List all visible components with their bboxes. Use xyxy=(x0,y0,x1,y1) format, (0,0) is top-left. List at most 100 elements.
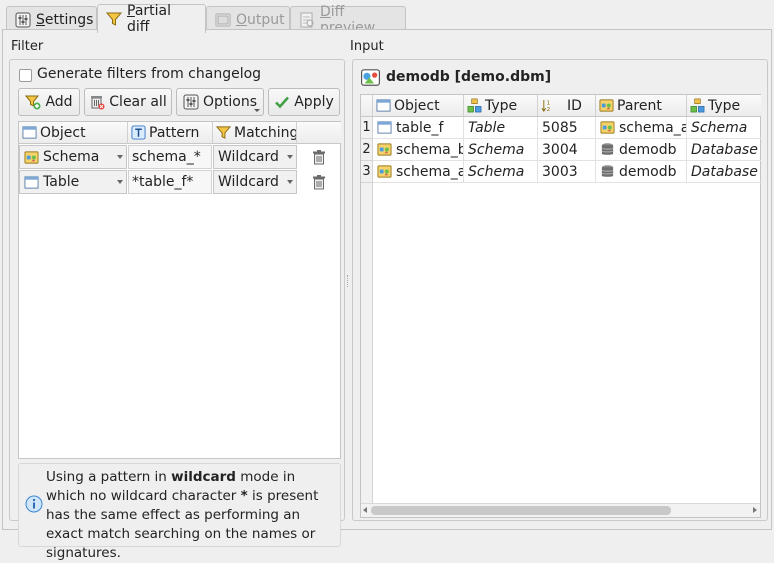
clear-all-icon xyxy=(89,94,105,110)
hint-text: Using a pattern in wildcard mode in whic… xyxy=(46,469,319,561)
matching-combo[interactable]: Wildcard xyxy=(213,145,297,169)
row-header-gutter xyxy=(361,183,373,504)
column-header-object[interactable]: Object xyxy=(19,122,128,144)
options-button[interactable]: Options xyxy=(176,88,264,116)
object-type-icon xyxy=(690,98,705,113)
column-header-parent[interactable]: Parent xyxy=(596,95,687,117)
chevron-down-icon xyxy=(287,180,293,184)
add-filter-icon xyxy=(25,94,41,110)
horizontal-scrollbar[interactable] xyxy=(361,503,760,517)
table-icon xyxy=(377,120,392,135)
schema-icon xyxy=(377,142,392,157)
delete-filter-button[interactable] xyxy=(298,170,340,194)
database-icon xyxy=(600,164,615,179)
filter-table: Object Pattern Matching Schema schema_* … xyxy=(18,121,341,459)
clear-all-button-label: Clear all xyxy=(109,94,167,110)
diff-preview-icon xyxy=(299,12,315,28)
table-row-type: Schema xyxy=(464,161,538,183)
row-header-corner xyxy=(361,95,373,117)
hint-box: Using a pattern in wildcard mode in whic… xyxy=(18,463,341,561)
splitter-handle[interactable] xyxy=(347,275,350,287)
object-type-combo[interactable]: Table xyxy=(19,170,127,194)
column-header-pattern[interactable]: Pattern xyxy=(128,122,213,144)
tab-settings-label: Settings xyxy=(36,11,94,28)
pattern-field[interactable]: schema_* xyxy=(128,145,212,169)
apply-button-label: Apply xyxy=(294,94,334,110)
chevron-down-icon xyxy=(287,155,293,159)
add-button[interactable]: Add xyxy=(18,88,80,116)
table-row-parent-type: Schema xyxy=(687,117,761,139)
funnel-icon xyxy=(106,11,122,27)
schema-icon xyxy=(24,150,39,165)
table-row-object[interactable]: schema_a xyxy=(373,161,464,183)
column-header-object[interactable]: Object xyxy=(373,95,464,117)
info-icon xyxy=(25,495,43,513)
pattern-field[interactable]: *table_f* xyxy=(128,170,212,194)
column-header-type[interactable]: Type xyxy=(464,95,538,117)
generate-filters-checkbox[interactable] xyxy=(19,69,32,82)
table-row-parent: demodb xyxy=(596,161,687,183)
chevron-down-icon xyxy=(117,180,123,184)
database-label: demodb [demo.dbm] xyxy=(386,69,552,85)
funnel-icon xyxy=(216,125,231,140)
dropdown-indicator-icon xyxy=(254,109,260,112)
svg-text:2: 2 xyxy=(547,107,551,113)
text-pattern-icon xyxy=(131,125,146,140)
trash-icon xyxy=(311,174,327,190)
table-row-parent-type: Database xyxy=(687,139,761,161)
input-group: demodb [demo.dbm] Object Type 12 ID Pare… xyxy=(352,59,768,521)
svg-text:1: 1 xyxy=(547,101,551,107)
database-icon xyxy=(600,142,615,157)
check-icon xyxy=(274,94,290,110)
scroll-right-icon[interactable] xyxy=(753,507,757,513)
partial-diff-pane: Filter Generate filters from changelog A… xyxy=(2,29,772,561)
table-row-parent: schema_a xyxy=(596,117,687,139)
delete-filter-button[interactable] xyxy=(298,145,340,169)
clear-all-button[interactable]: Clear all xyxy=(84,88,172,116)
sort-numeric-icon: 12 xyxy=(541,98,556,113)
schema-icon xyxy=(600,120,615,135)
column-header-parent-type[interactable]: Type xyxy=(687,95,761,117)
table-row-id: 3004 xyxy=(538,139,596,161)
table-row-type: Schema xyxy=(464,139,538,161)
apply-button[interactable]: Apply xyxy=(268,88,340,116)
table-row-parent: demodb xyxy=(596,139,687,161)
options-button-label: Options xyxy=(202,94,258,110)
filter-section-label: Filter xyxy=(11,39,44,54)
table-row-parent-type: Database xyxy=(687,161,761,183)
generate-filters-label: Generate filters from changelog xyxy=(37,66,262,82)
tab-output-label: Output xyxy=(236,11,285,28)
table-row-id: 3003 xyxy=(538,161,596,183)
input-objects-table: Object Type 12 ID Parent Type 1 table_f … xyxy=(360,94,761,518)
row-number: 1 xyxy=(361,117,373,139)
filter-group: Generate filters from changelog Add Clea… xyxy=(9,59,345,561)
tab-partial-diff[interactable]: Partial diff xyxy=(97,3,206,35)
database-model-icon xyxy=(361,68,380,87)
object-type-combo[interactable]: Schema xyxy=(19,145,127,169)
row-number: 2 xyxy=(361,139,373,161)
table-icon xyxy=(24,175,39,190)
column-header-id[interactable]: 12 ID xyxy=(538,95,596,117)
schema-icon xyxy=(599,98,614,113)
settings-icon xyxy=(15,12,31,28)
table-row-type: Table xyxy=(464,117,538,139)
table-row-id: 5085 xyxy=(538,117,596,139)
object-type-icon xyxy=(467,98,482,113)
trash-icon xyxy=(311,149,327,165)
matching-combo[interactable]: Wildcard xyxy=(213,170,297,194)
input-section-label: Input xyxy=(350,39,384,54)
chevron-down-icon xyxy=(117,155,123,159)
scrollbar-thumb[interactable] xyxy=(371,506,671,515)
output-icon xyxy=(215,12,231,28)
table-row-object[interactable]: table_f xyxy=(373,117,464,139)
table-icon xyxy=(376,98,391,113)
column-header-actions xyxy=(297,122,341,144)
column-header-matching[interactable]: Matching xyxy=(213,122,297,144)
scroll-left-icon[interactable] xyxy=(363,507,367,513)
options-icon xyxy=(183,94,199,110)
tab-partial-diff-label: Partial diff xyxy=(127,3,172,35)
row-number: 3 xyxy=(361,161,373,183)
schema-icon xyxy=(377,164,392,179)
table-row-object[interactable]: schema_b xyxy=(373,139,464,161)
table-icon xyxy=(22,125,37,140)
